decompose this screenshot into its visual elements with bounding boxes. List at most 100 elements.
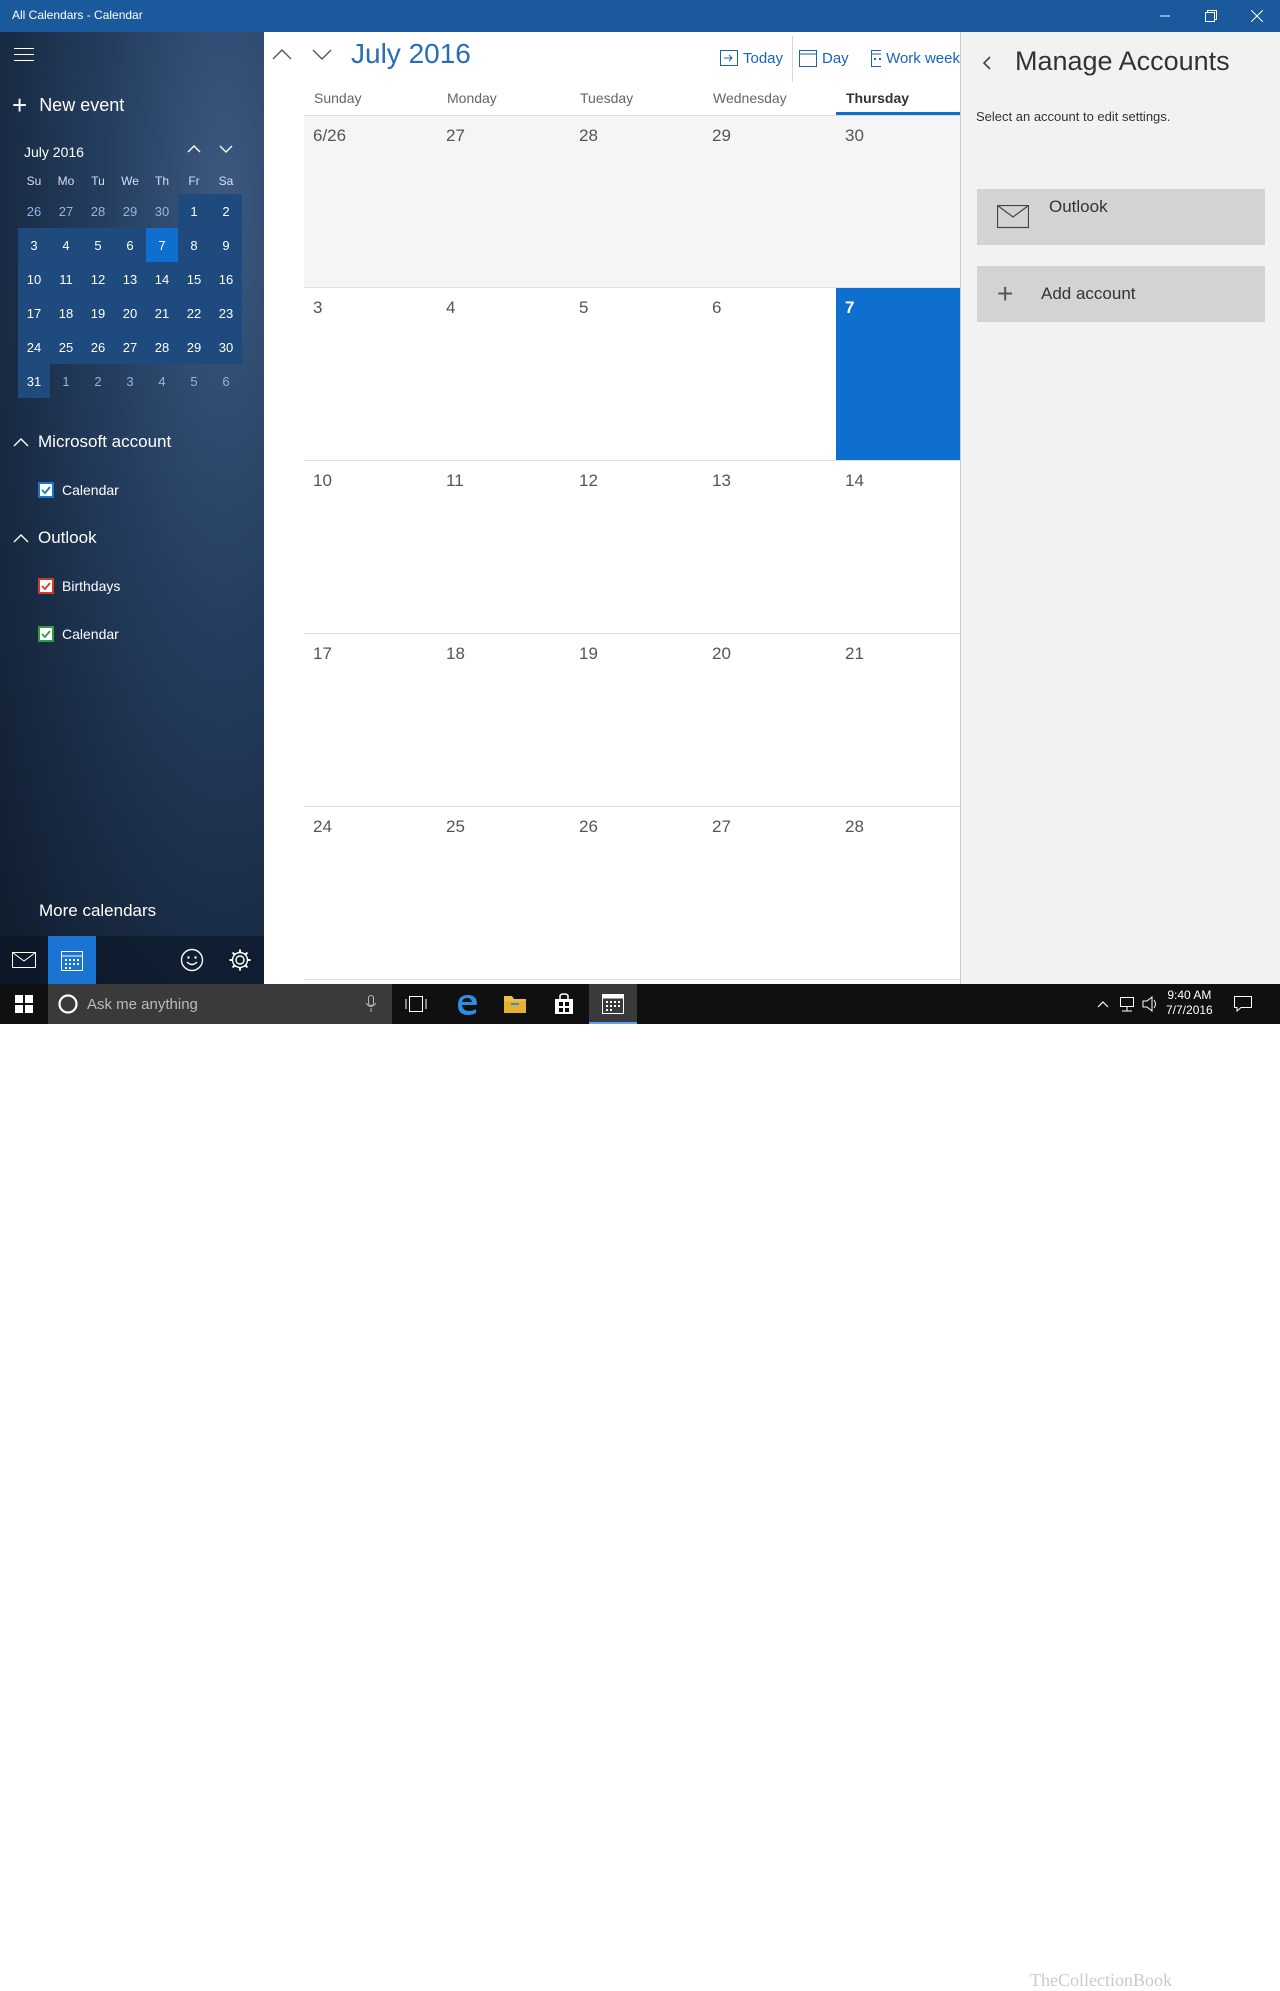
work-week-view-button[interactable]: Work week: [871, 48, 960, 68]
mini-day-selected[interactable]: 7: [146, 228, 178, 262]
checkbox-icon[interactable]: [38, 626, 54, 642]
mini-day[interactable]: 19: [82, 296, 114, 330]
mini-day[interactable]: 22: [178, 296, 210, 330]
calendar-app-button[interactable]: [48, 936, 96, 984]
day-cell[interactable]: 12: [570, 461, 703, 633]
settings-button[interactable]: [216, 936, 264, 984]
checkbox-icon[interactable]: [38, 578, 54, 594]
mini-day[interactable]: 12: [82, 262, 114, 296]
volume-button[interactable]: [1142, 996, 1160, 1012]
day-cell-today[interactable]: 7: [836, 288, 960, 460]
mini-day[interactable]: 28: [82, 194, 114, 228]
mini-day[interactable]: 15: [178, 262, 210, 296]
mini-day[interactable]: 29: [178, 330, 210, 364]
day-cell[interactable]: 18: [437, 634, 570, 806]
action-center-button[interactable]: [1234, 996, 1252, 1012]
mini-prev-month-button[interactable]: [184, 142, 208, 162]
add-account-button[interactable]: + Add account: [977, 266, 1265, 322]
mini-day[interactable]: 2: [210, 194, 242, 228]
day-cell[interactable]: 28: [836, 807, 960, 979]
day-cell[interactable]: 4: [437, 288, 570, 460]
minimize-button[interactable]: [1142, 0, 1188, 32]
mini-day[interactable]: 30: [146, 194, 178, 228]
mini-day[interactable]: 2: [82, 364, 114, 398]
mini-next-month-button[interactable]: [216, 142, 240, 162]
start-button[interactable]: [0, 984, 48, 1024]
edge-browser-button[interactable]: [443, 984, 491, 1024]
calendar-taskbar-button[interactable]: [589, 984, 637, 1024]
day-cell[interactable]: 14: [836, 461, 960, 633]
account-outlook[interactable]: Outlook: [977, 189, 1265, 245]
mini-day[interactable]: 5: [82, 228, 114, 262]
day-cell[interactable]: 19: [570, 634, 703, 806]
hamburger-menu-button[interactable]: [14, 48, 34, 62]
day-cell[interactable]: 28: [570, 116, 703, 287]
mini-day[interactable]: 16: [210, 262, 242, 296]
mini-day[interactable]: 6: [114, 228, 146, 262]
next-month-button[interactable]: [309, 44, 339, 68]
file-explorer-button[interactable]: [491, 984, 539, 1024]
day-cell[interactable]: 20: [703, 634, 836, 806]
mini-day[interactable]: 17: [18, 296, 50, 330]
group-microsoft-account[interactable]: Microsoft account: [12, 430, 171, 454]
calendar-item-outlook-calendar[interactable]: Calendar: [38, 624, 119, 644]
mini-day[interactable]: 1: [50, 364, 82, 398]
previous-month-button[interactable]: [269, 44, 299, 68]
mini-day[interactable]: 5: [178, 364, 210, 398]
mini-day[interactable]: 13: [114, 262, 146, 296]
day-cell[interactable]: 29: [703, 116, 836, 287]
calendar-item-birthdays[interactable]: Birthdays: [38, 576, 120, 596]
mini-day[interactable]: 11: [50, 262, 82, 296]
mini-day[interactable]: 10: [18, 262, 50, 296]
mini-day[interactable]: 20: [114, 296, 146, 330]
mini-day[interactable]: 26: [18, 194, 50, 228]
mini-day[interactable]: 18: [50, 296, 82, 330]
mini-day[interactable]: 6: [210, 364, 242, 398]
mini-day[interactable]: 28: [146, 330, 178, 364]
day-cell[interactable]: 21: [836, 634, 960, 806]
day-cell[interactable]: 17: [304, 634, 437, 806]
day-cell[interactable]: 13: [703, 461, 836, 633]
more-calendars-link[interactable]: More calendars: [39, 901, 156, 921]
day-view-button[interactable]: Day: [799, 48, 849, 68]
mini-day[interactable]: 21: [146, 296, 178, 330]
mini-day[interactable]: 4: [146, 364, 178, 398]
group-outlook[interactable]: Outlook: [12, 526, 97, 550]
back-button[interactable]: [981, 54, 997, 74]
feedback-button[interactable]: [168, 936, 216, 984]
mini-day[interactable]: 1: [178, 194, 210, 228]
store-button[interactable]: [540, 984, 588, 1024]
day-cell[interactable]: 5: [570, 288, 703, 460]
mini-day[interactable]: 3: [114, 364, 146, 398]
day-cell[interactable]: 6/26: [304, 116, 437, 287]
day-cell[interactable]: 27: [703, 807, 836, 979]
mini-day[interactable]: 24: [18, 330, 50, 364]
day-cell[interactable]: 30: [836, 116, 960, 287]
mini-day[interactable]: 29: [114, 194, 146, 228]
cortana-search-box[interactable]: Ask me anything: [48, 984, 392, 1024]
mini-day[interactable]: 8: [178, 228, 210, 262]
today-button[interactable]: Today: [720, 48, 783, 68]
new-event-button[interactable]: + New event: [12, 92, 124, 118]
mini-day[interactable]: 26: [82, 330, 114, 364]
close-button[interactable]: [1234, 0, 1280, 32]
task-view-button[interactable]: [392, 984, 440, 1024]
mini-day[interactable]: 30: [210, 330, 242, 364]
mini-day[interactable]: 31: [18, 364, 50, 398]
calendar-item-microsoft-calendar[interactable]: Calendar: [38, 480, 119, 500]
show-hidden-icons-button[interactable]: [1096, 996, 1110, 1012]
mail-app-button[interactable]: [0, 936, 48, 984]
day-cell[interactable]: 26: [570, 807, 703, 979]
mini-day[interactable]: 27: [114, 330, 146, 364]
day-cell[interactable]: 11: [437, 461, 570, 633]
taskbar-clock[interactable]: 9:40 AM 7/7/2016: [1166, 988, 1213, 1018]
checkbox-icon[interactable]: [38, 482, 54, 498]
day-cell[interactable]: 27: [437, 116, 570, 287]
mini-day[interactable]: 9: [210, 228, 242, 262]
mini-day[interactable]: 4: [50, 228, 82, 262]
mini-day[interactable]: 23: [210, 296, 242, 330]
mini-day[interactable]: 3: [18, 228, 50, 262]
restore-button[interactable]: [1188, 0, 1234, 32]
mini-day[interactable]: 27: [50, 194, 82, 228]
day-cell[interactable]: 10: [304, 461, 437, 633]
